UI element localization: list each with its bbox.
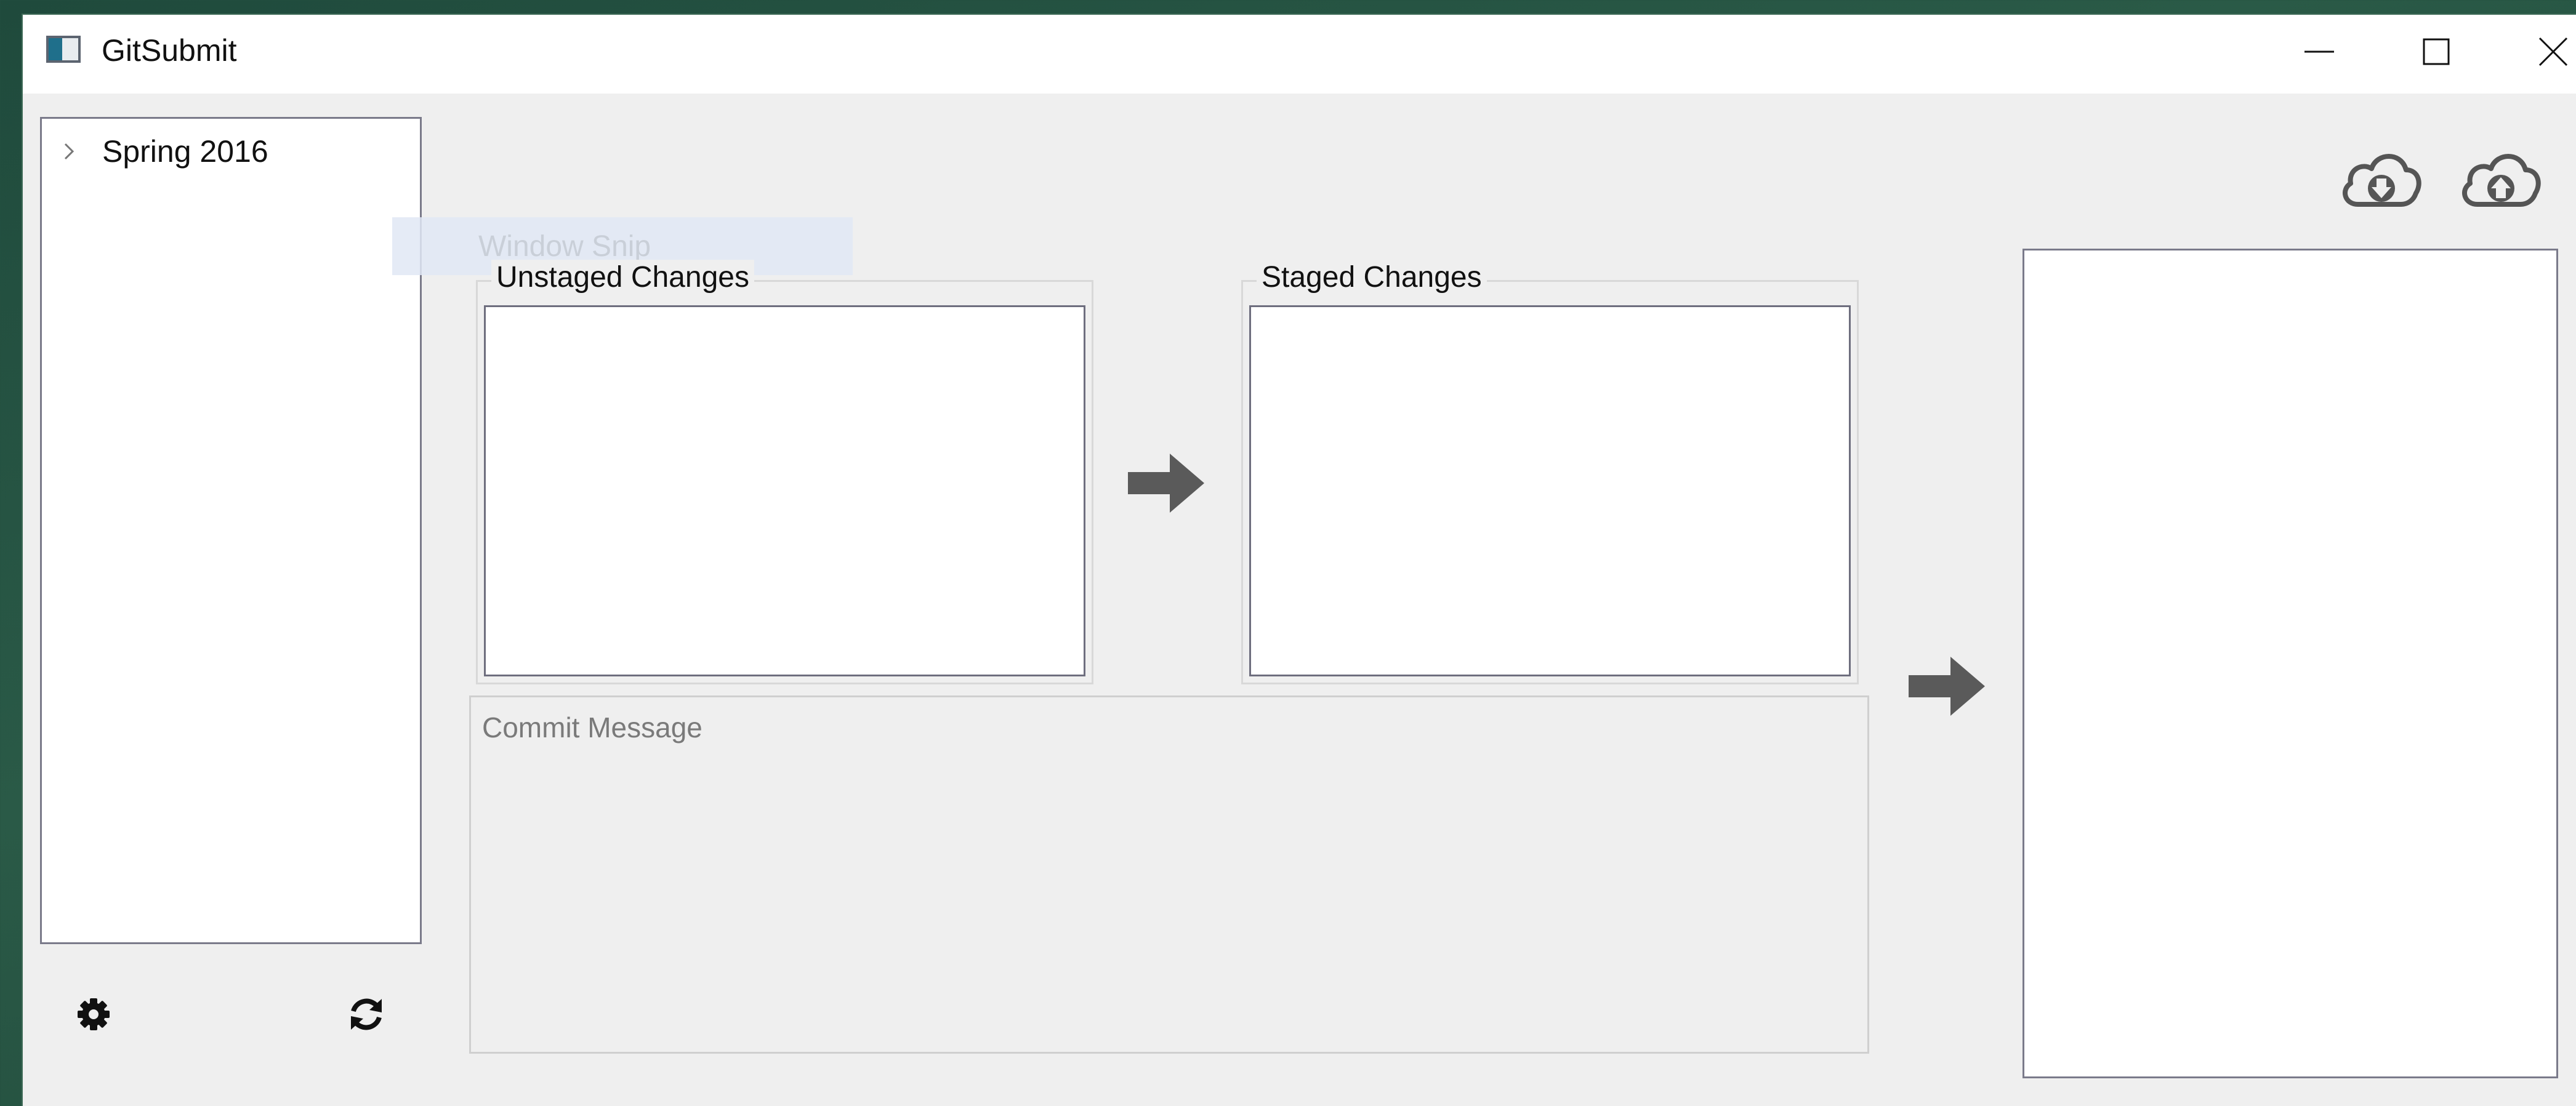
unstaged-changes-label: Unstaged Changes [491,260,754,295]
settings-button[interactable] [72,993,115,1036]
chevron-right-icon[interactable] [57,139,81,164]
cloud-download-icon [2343,154,2421,207]
close-button[interactable] [2529,27,2576,76]
minimize-icon [2304,50,2334,53]
staged-changes-list[interactable] [1249,305,1851,676]
stage-arrow-button[interactable] [1128,451,1204,515]
arrow-right-icon [1909,657,1985,716]
refresh-icon [351,998,382,1030]
push-button[interactable] [2457,145,2544,214]
app-icon [46,36,81,63]
staged-changes-label: Staged Changes [1257,260,1487,295]
refresh-button[interactable] [345,993,388,1036]
staged-changes-group: Staged Changes [1241,260,1859,684]
snip-label: Window Snip [478,230,651,263]
pull-button[interactable] [2337,145,2425,214]
commits-panel[interactable] [2023,249,2558,1078]
minimize-button[interactable] [2295,27,2344,76]
commit-arrow-button[interactable] [1909,654,1985,718]
arrow-right-icon [1128,454,1204,513]
title-bar[interactable]: GitSubmit [23,15,2576,94]
close-icon [2538,37,2568,66]
cloud-upload-icon [2462,154,2541,207]
unstaged-changes-group: Unstaged Changes [476,260,1093,684]
maximize-icon [2423,38,2450,65]
gear-icon [78,998,110,1030]
window-title: GitSubmit [102,33,237,68]
tree-item-label: Spring 2016 [102,134,268,169]
tree-item-spring-2016[interactable]: Spring 2016 [57,134,268,169]
unstaged-changes-list[interactable] [484,305,1085,676]
maximize-button[interactable] [2412,27,2461,76]
commit-message-input[interactable] [469,695,1869,1054]
course-tree[interactable]: Spring 2016 [40,117,422,944]
